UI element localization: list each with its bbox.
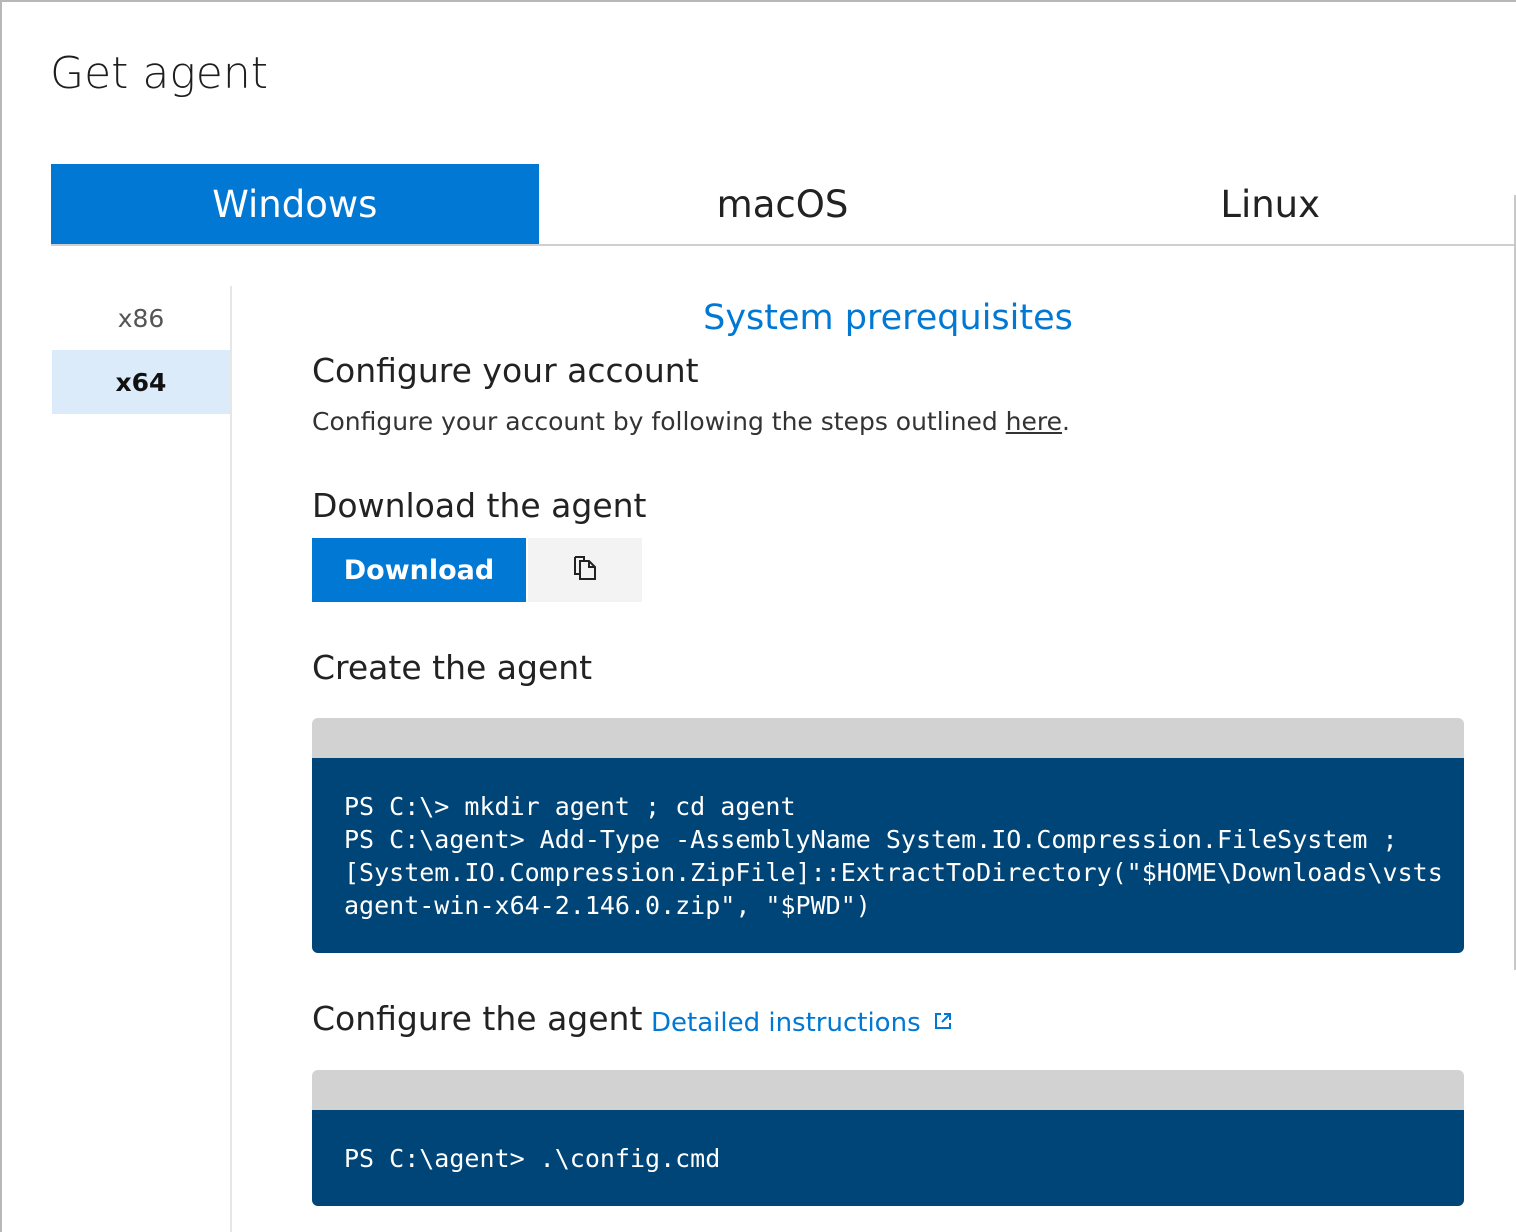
configure-account-text-before: Configure your account by following the …: [312, 407, 1006, 436]
configure-agent-code-block: PS C:\agent> .\config.cmd: [312, 1070, 1464, 1206]
os-tabs: Windows macOS Linux: [51, 164, 1514, 246]
code-block-header: [312, 718, 1464, 758]
code-line: agent-win-x64-2.146.0.zip", "$PWD"): [344, 891, 871, 920]
code-line: [System.IO.Compression.ZipFile]::Extract…: [344, 858, 1443, 887]
configure-agent-heading: Configure the agent: [312, 999, 643, 1038]
detailed-instructions-link[interactable]: Detailed instructions: [651, 1008, 953, 1038]
create-agent-code-block: PS C:\> mkdir agent ; cd agent PS C:\agen…: [312, 718, 1464, 953]
code-block-header: [312, 1070, 1464, 1110]
vertical-divider: [230, 286, 232, 1232]
code-line: PS C:\> mkdir agent ; cd agent: [344, 792, 796, 821]
detailed-instructions-label: Detailed instructions: [651, 1008, 921, 1038]
page-title: Get agent: [50, 48, 268, 99]
download-agent-heading: Download the agent: [312, 486, 647, 525]
configure-account-heading: Configure your account: [312, 351, 699, 390]
create-agent-heading: Create the agent: [312, 648, 593, 687]
configure-account-text-after: .: [1062, 407, 1070, 436]
arch-item-x86[interactable]: x86: [52, 286, 230, 350]
tab-windows[interactable]: Windows: [51, 164, 539, 244]
external-link-icon: [933, 1008, 953, 1038]
code-line: PS C:\agent> Add-Type -AssemblyName Syst…: [344, 825, 1398, 854]
copy-icon: [571, 554, 599, 586]
configure-agent-code[interactable]: PS C:\agent> .\config.cmd: [312, 1110, 1464, 1206]
configure-account-text: Configure your account by following the …: [312, 407, 1070, 436]
download-button[interactable]: Download: [312, 538, 526, 602]
tab-macos[interactable]: macOS: [539, 164, 1027, 244]
architecture-list: x86 x64: [52, 286, 230, 414]
here-link[interactable]: here: [1006, 407, 1062, 436]
tab-linux[interactable]: Linux: [1026, 164, 1514, 244]
create-agent-code[interactable]: PS C:\> mkdir agent ; cd agent PS C:\agen…: [312, 758, 1464, 953]
code-line: PS C:\agent> .\config.cmd: [344, 1144, 721, 1173]
copy-link-button[interactable]: [528, 538, 642, 602]
system-prerequisites-link[interactable]: System prerequisites: [312, 298, 1464, 338]
arch-item-x64[interactable]: x64: [52, 350, 230, 414]
